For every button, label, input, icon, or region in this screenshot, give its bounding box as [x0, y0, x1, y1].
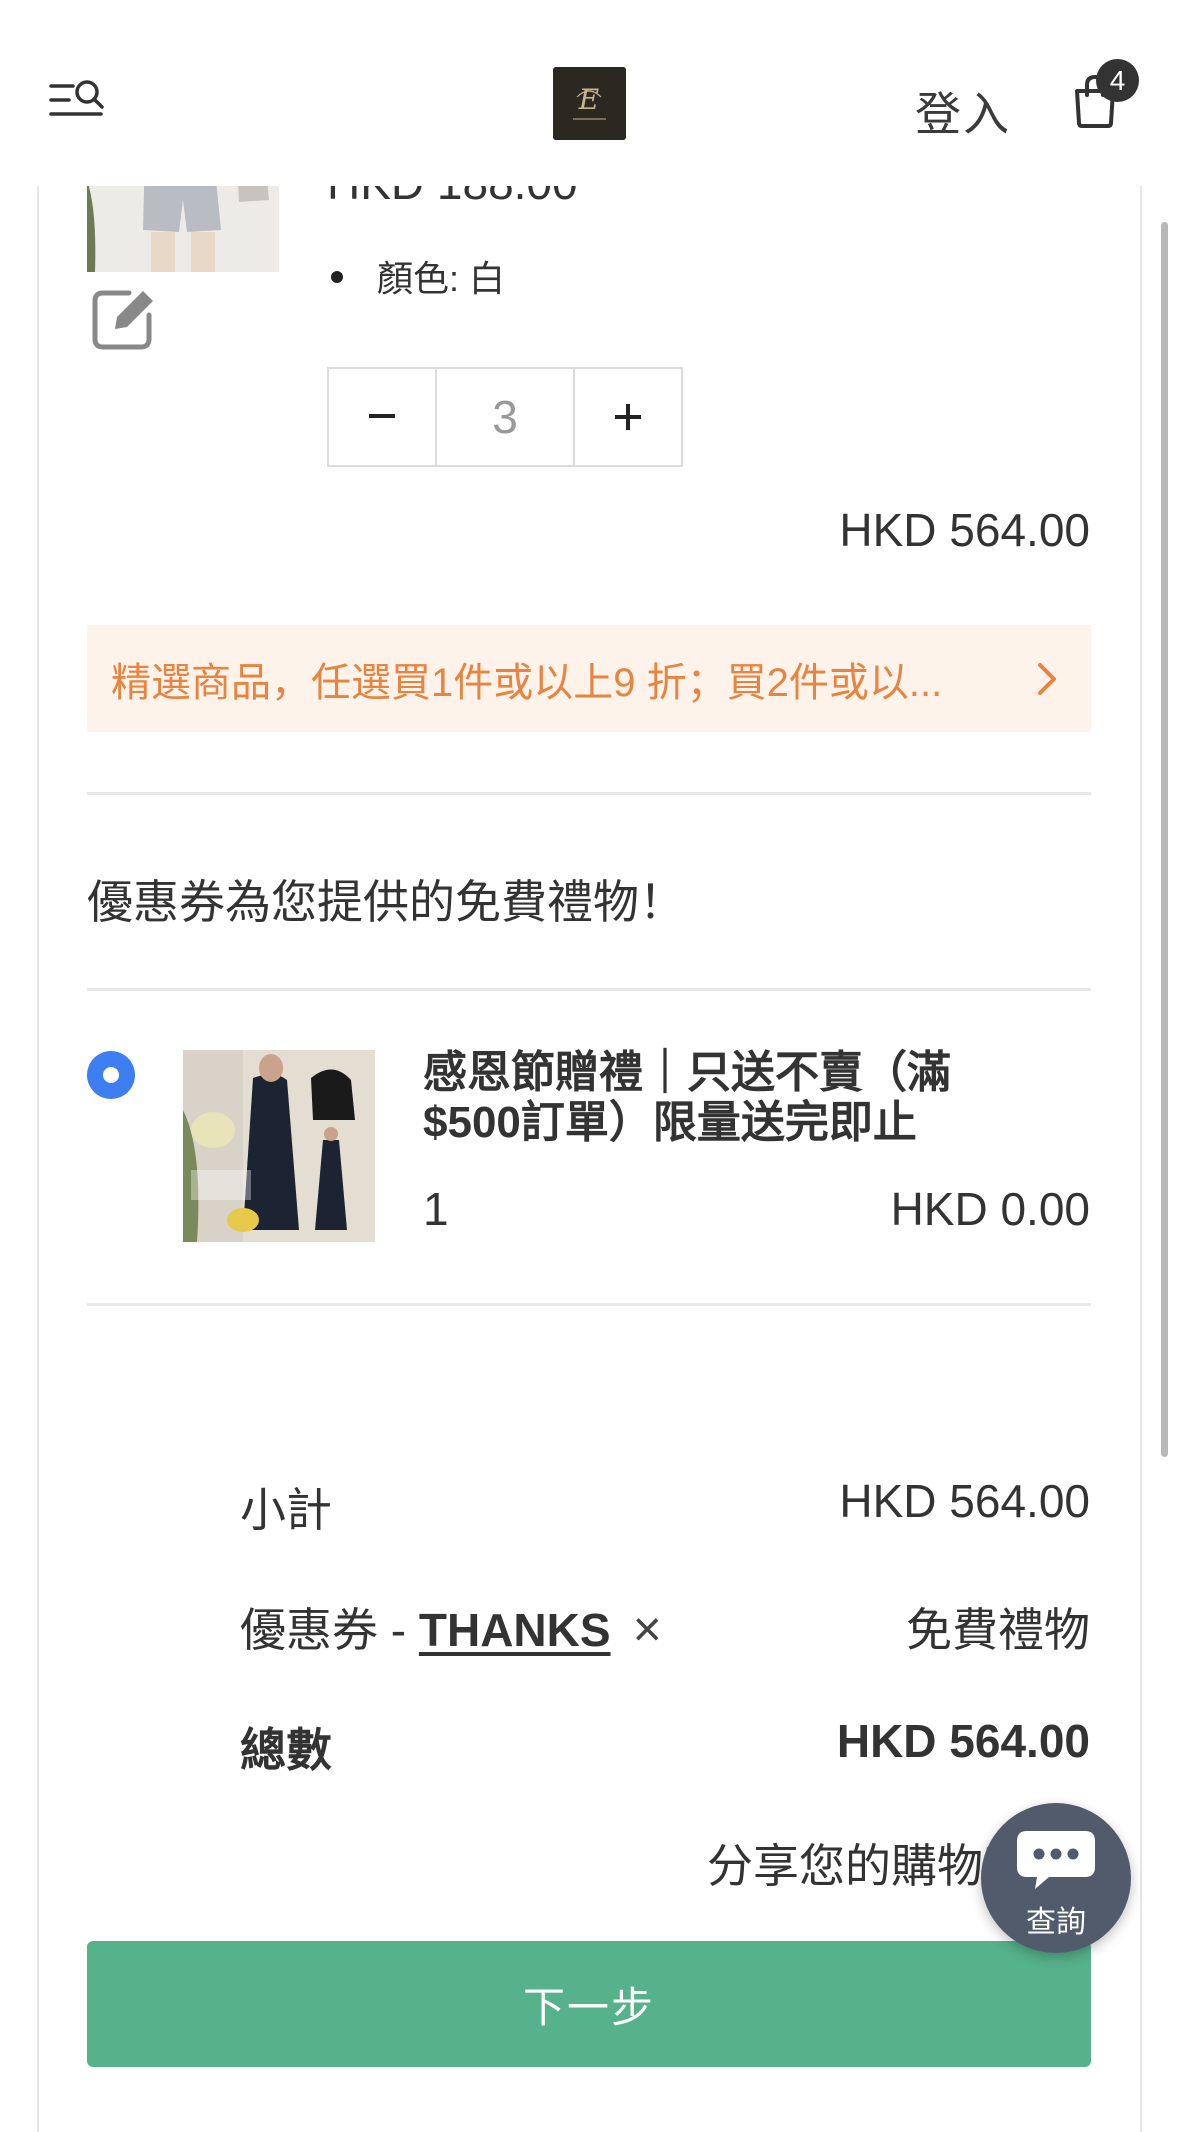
cart-count-badge: 4 [1096, 59, 1139, 102]
product-attribute-color: 顏色: 白 [327, 250, 505, 302]
promotion-text: 精選商品，任選買1件或以上9 折；買2件或以... [111, 660, 943, 705]
gift-price: HKD 0.00 [890, 1183, 1090, 1235]
coupon-code-link[interactable]: THANKS [419, 1604, 611, 1656]
section-divider [87, 792, 1091, 795]
site-header: E 登入 4 [0, 0, 1179, 186]
section-divider [87, 988, 1091, 991]
quantity-stepper: 3 [327, 367, 683, 467]
chevron-right-icon [1038, 662, 1056, 695]
line-item-total: HKD 564.00 [839, 504, 1090, 556]
subtotal-label: 小計 [240, 1484, 332, 1536]
section-divider [87, 1303, 1091, 1306]
total-value: HKD 564.00 [836, 1715, 1090, 1767]
content-border-left [37, 186, 39, 2132]
subtotal-value: HKD 564.00 [839, 1475, 1090, 1527]
store-logo[interactable]: E [553, 67, 626, 140]
gift-select-radio[interactable] [87, 1051, 135, 1099]
scrollbar[interactable] [1161, 222, 1168, 1457]
next-step-button[interactable]: 下一步 [87, 1941, 1091, 2067]
menu-search-icon[interactable] [49, 78, 105, 126]
logo-mark-icon: E [553, 67, 626, 140]
quantity-input[interactable]: 3 [434, 369, 576, 465]
gift-quantity: 1 [423, 1183, 449, 1235]
total-label: 總數 [240, 1724, 332, 1776]
chat-widget-button[interactable]: 查詢 [981, 1803, 1131, 1953]
coupon-remove-button[interactable]: × [633, 1600, 662, 1658]
coupon-prefix: 優惠券 - [240, 1604, 419, 1656]
free-gift-heading: 優惠券為您提供的免費禮物！ [87, 876, 685, 928]
bullet-icon [331, 271, 343, 284]
gift-thumbnail[interactable] [183, 1050, 375, 1242]
gift-title[interactable]: 感恩節贈禮｜只送不賣（滿$500訂單）限量送完即止 [423, 1048, 1023, 1148]
quantity-decrease-button[interactable] [329, 369, 435, 465]
edit-icon[interactable] [91, 285, 157, 351]
content-border-right [1140, 186, 1142, 2132]
plus-icon [615, 404, 642, 430]
login-link[interactable]: 登入 [915, 78, 1011, 144]
minus-icon [368, 414, 395, 418]
chat-bubble-icon [1017, 1831, 1095, 1889]
radio-checked-dot [103, 1067, 119, 1083]
chat-label: 查詢 [1026, 1906, 1086, 1939]
gift-photo-icon [183, 1050, 375, 1242]
svg-text:E: E [578, 83, 599, 116]
product-attribute-label: 顏色: 白 [377, 258, 506, 299]
promotion-banner[interactable]: 精選商品，任選買1件或以上9 折；買2件或以... [87, 625, 1091, 732]
coupon-value: 免費禮物 [906, 1604, 1090, 1656]
quantity-increase-button[interactable] [575, 369, 681, 465]
coupon-row: 優惠券 - THANKS × [240, 1594, 662, 1660]
